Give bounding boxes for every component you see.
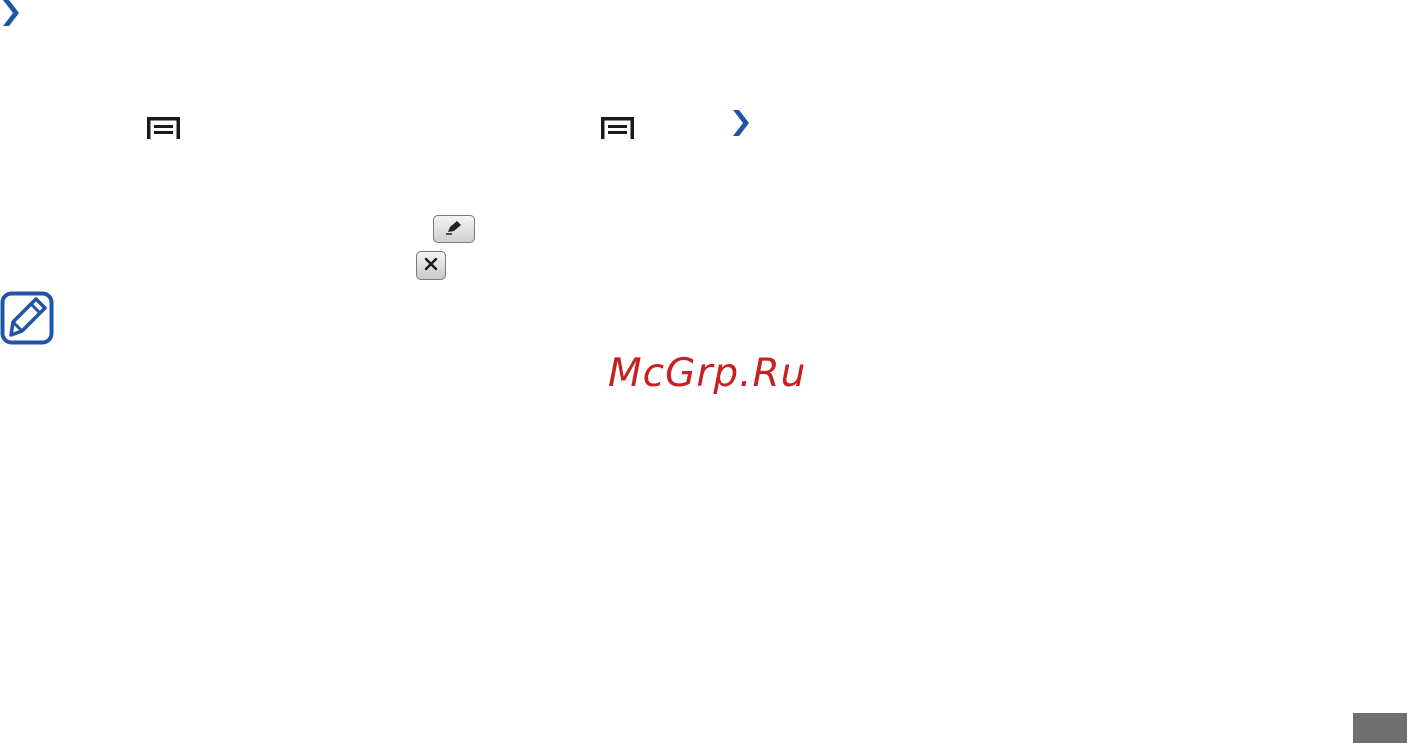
manual-page: McGrp.Ru (0, 0, 1407, 743)
menu-key-icon (601, 117, 634, 139)
chevron-right-icon (0, 0, 20, 28)
watermark-text: McGrp.Ru (608, 351, 807, 396)
edit-button[interactable] (433, 215, 475, 243)
chevron-right-icon (731, 110, 750, 137)
note-icon (0, 291, 54, 349)
close-button[interactable] (416, 251, 446, 280)
page-number-tab (1353, 713, 1407, 743)
close-icon (424, 256, 438, 275)
menu-key-icon (147, 117, 180, 139)
pencil-icon (444, 219, 464, 239)
